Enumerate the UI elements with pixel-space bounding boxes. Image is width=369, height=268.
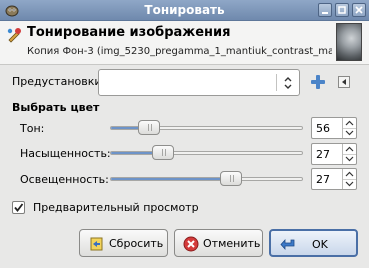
preview-label[interactable]: Предварительный просмотр xyxy=(33,201,199,214)
title-bar: Тонировать xyxy=(0,0,369,21)
hue-slider-handle[interactable] xyxy=(138,120,160,135)
colorize-icon xyxy=(7,28,21,43)
ok-button[interactable]: OK xyxy=(269,229,358,257)
hue-slider[interactable] xyxy=(110,120,303,135)
combo-separator xyxy=(276,74,277,91)
lightness-slider-handle[interactable] xyxy=(220,171,242,186)
saturation-slider-handle[interactable] xyxy=(152,145,174,160)
chevron-up-down-icon xyxy=(284,77,292,89)
close-window-button[interactable] xyxy=(352,3,366,17)
minimize-icon xyxy=(322,12,328,14)
cancel-label: Отменить xyxy=(203,237,261,250)
image-thumbnail xyxy=(336,23,362,61)
select-color-heading: Выбрать цвет xyxy=(12,101,100,114)
colorize-dialog: Тонировать Тонирование изображения Копия… xyxy=(0,0,369,268)
dialog-subtitle: Копия Фон-3 (img_5230_pregamma_1_mantiuk… xyxy=(27,46,332,57)
lightness-spinbox[interactable]: 27 xyxy=(311,168,357,190)
hue-spinbox[interactable]: 56 xyxy=(311,117,357,139)
dialog-header: Тонирование изображения Копия Фон-3 (img… xyxy=(0,21,369,65)
cancel-button[interactable]: Отменить xyxy=(174,229,263,257)
presets-combo[interactable] xyxy=(98,69,300,96)
lightness-slider-fill xyxy=(111,178,231,180)
spin-down-icon[interactable] xyxy=(343,154,356,164)
spin-down-icon[interactable] xyxy=(343,179,356,189)
lightness-spin-buttons xyxy=(342,169,356,189)
presets-label: Предустановки: xyxy=(12,75,106,88)
dialog-title: Тонирование изображения xyxy=(27,25,231,40)
minimize-button[interactable] xyxy=(318,3,332,17)
reset-label: Сбросить xyxy=(109,237,164,250)
close-icon xyxy=(355,6,363,14)
menu-arrow-icon[interactable] xyxy=(338,76,350,88)
maximize-button[interactable] xyxy=(335,3,349,17)
cancel-icon xyxy=(183,236,199,252)
plus-icon[interactable] xyxy=(310,74,326,90)
ok-icon xyxy=(280,238,295,251)
lightness-value: 27 xyxy=(316,173,330,186)
lightness-slider[interactable] xyxy=(110,171,303,186)
checkmark-icon xyxy=(14,203,24,212)
reset-button[interactable]: Сбросить xyxy=(79,229,168,257)
spin-down-icon[interactable] xyxy=(343,128,356,138)
hue-label: Тон: xyxy=(20,122,45,135)
preview-checkbox[interactable] xyxy=(12,201,25,214)
hue-value: 56 xyxy=(316,122,330,135)
maximize-icon xyxy=(338,6,346,14)
lightness-label: Освещенность: xyxy=(20,173,109,186)
saturation-value: 27 xyxy=(316,148,330,161)
ok-label: OK xyxy=(312,238,328,251)
hue-spin-buttons xyxy=(342,118,356,138)
saturation-spin-buttons xyxy=(342,144,356,164)
saturation-spinbox[interactable]: 27 xyxy=(311,143,357,165)
reset-icon xyxy=(90,237,103,251)
saturation-label: Насыщенность: xyxy=(20,147,111,160)
saturation-slider[interactable] xyxy=(110,145,303,160)
window-title: Тонировать xyxy=(144,3,225,17)
